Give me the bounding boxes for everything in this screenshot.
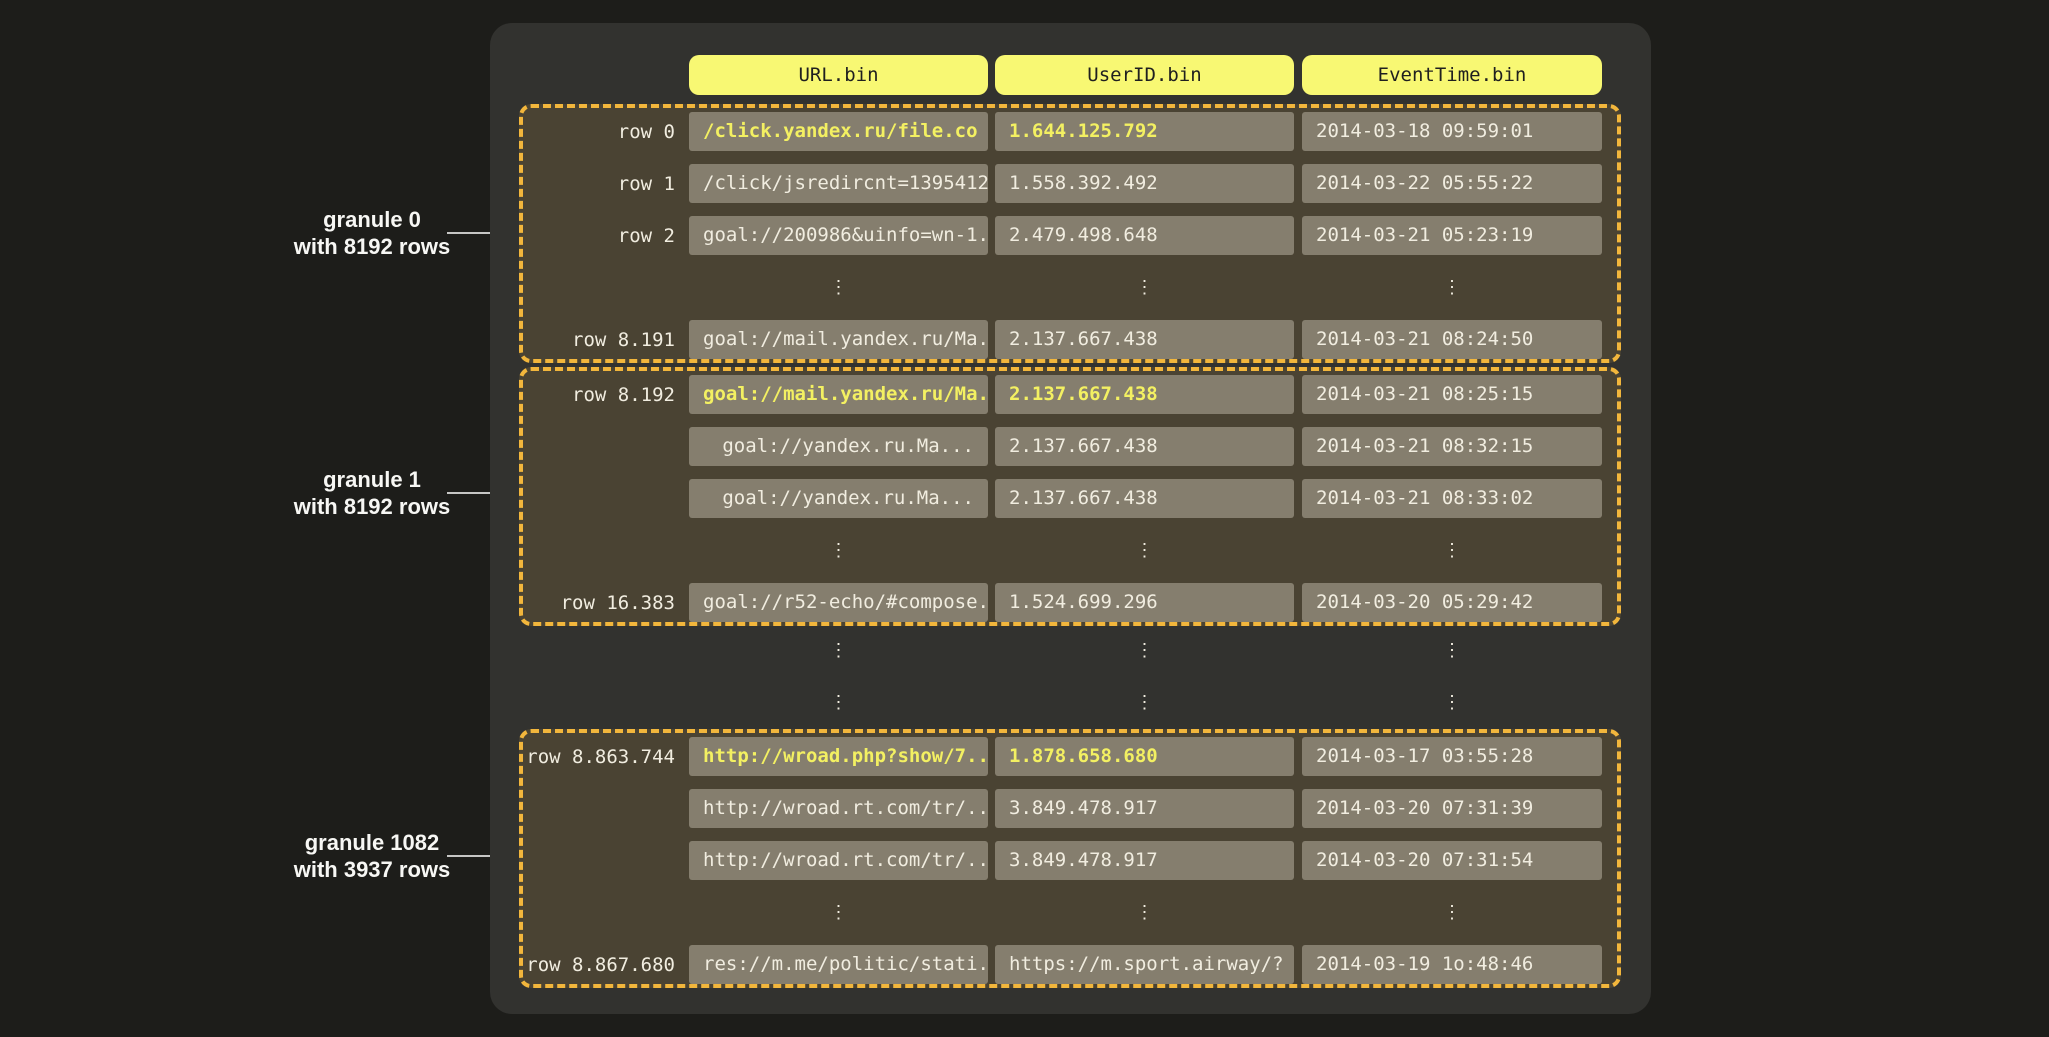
granule-1-box: row 8.192 goal://mail.yandex.ru/Ma... 2.… xyxy=(519,367,1621,626)
eventtime-cell: 2014-03-18 09:59:01 xyxy=(1302,112,1602,151)
url-cell: goal://mail.yandex.ru/Ma... xyxy=(689,375,988,414)
granule-separator-ellipsis: ⋮ ⋮ ⋮ xyxy=(523,631,1602,670)
table-row: goal://yandex.ru.Ma... 2.137.667.438 201… xyxy=(523,427,1617,466)
column-header-userid: UserID.bin xyxy=(995,55,1294,95)
userid-cell: 2.137.667.438 xyxy=(995,320,1294,359)
granule-0-label-line2: with 8192 rows xyxy=(262,233,482,260)
table-row: http://wroad.rt.com/tr/... 3.849.478.917… xyxy=(523,841,1617,880)
ellipsis-row: ⋮ ⋮ ⋮ xyxy=(523,268,1617,307)
granule-1-label-line2: with 8192 rows xyxy=(262,493,482,520)
eventtime-cell: 2014-03-20 05:29:42 xyxy=(1302,583,1602,622)
url-cell: goal://200986&uinfo=wn-1... xyxy=(689,216,988,255)
userid-cell: 2.137.667.438 xyxy=(995,479,1294,518)
eventtime-cell: 2014-03-22 05:55:22 xyxy=(1302,164,1602,203)
vertical-ellipsis-icon: ⋮ xyxy=(995,268,1294,307)
vertical-ellipsis-icon: ⋮ xyxy=(1302,683,1602,722)
userid-cell: 1.878.658.680 xyxy=(995,737,1294,776)
eventtime-cell: 2014-03-19 1o:48:46 xyxy=(1302,945,1602,984)
vertical-ellipsis-icon: ⋮ xyxy=(1302,268,1602,307)
userid-cell: 1.644.125.792 xyxy=(995,112,1294,151)
granules-diagram: granule 0 with 8192 rows granule 1 with … xyxy=(0,0,2049,1037)
table-row: row 0 /click.yandex.ru/file.co ... 1.644… xyxy=(523,112,1617,151)
eventtime-cell: 2014-03-21 05:23:19 xyxy=(1302,216,1602,255)
row-label: row 8.867.680 xyxy=(523,954,675,976)
column-header-url: URL.bin xyxy=(689,55,988,95)
spacer xyxy=(523,683,689,722)
granule-1-label-line1: granule 1 xyxy=(262,466,482,493)
eventtime-cell: 2014-03-20 07:31:39 xyxy=(1302,789,1602,828)
granule-0-label-line1: granule 0 xyxy=(262,206,482,233)
eventtime-cell: 2014-03-20 07:31:54 xyxy=(1302,841,1602,880)
url-cell: /click.yandex.ru/file.co ... xyxy=(689,112,988,151)
userid-cell: 1.524.699.296 xyxy=(995,583,1294,622)
userid-cell: 3.849.478.917 xyxy=(995,789,1294,828)
vertical-ellipsis-icon: ⋮ xyxy=(1302,631,1602,670)
vertical-ellipsis-icon: ⋮ xyxy=(689,683,988,722)
url-cell: http://wroad.php?show/7... xyxy=(689,737,988,776)
table-row: row 8.867.680 res://m.me/politic/stati..… xyxy=(523,945,1617,984)
column-headers: URL.bin UserID.bin EventTime.bin xyxy=(689,55,1602,95)
url-cell: http://wroad.rt.com/tr/... xyxy=(689,841,988,880)
row-label: row 8.192 xyxy=(523,384,675,406)
vertical-ellipsis-icon: ⋮ xyxy=(689,631,988,670)
vertical-ellipsis-icon: ⋮ xyxy=(1302,893,1602,932)
granule-0-box: row 0 /click.yandex.ru/file.co ... 1.644… xyxy=(519,104,1621,363)
row-label: row 16.383 xyxy=(523,592,675,614)
eventtime-cell: 2014-03-17 03:55:28 xyxy=(1302,737,1602,776)
url-cell: goal://yandex.ru.Ma... xyxy=(689,427,988,466)
userid-cell: 2.479.498.648 xyxy=(995,216,1294,255)
table-row: row 1 /click/jsredircnt=1395412... 1.558… xyxy=(523,164,1617,203)
url-cell: goal://yandex.ru.Ma... xyxy=(689,479,988,518)
granule-1082-box: row 8.863.744 http://wroad.php?show/7...… xyxy=(519,729,1621,988)
userid-cell: 2.137.667.438 xyxy=(995,375,1294,414)
url-cell: goal://r52-echo/#compose... xyxy=(689,583,988,622)
spacer xyxy=(523,631,689,670)
eventtime-cell: 2014-03-21 08:25:15 xyxy=(1302,375,1602,414)
granule-1082-label-line1: granule 1082 xyxy=(262,829,482,856)
vertical-ellipsis-icon: ⋮ xyxy=(995,631,1294,670)
table-row: goal://yandex.ru.Ma... 2.137.667.438 201… xyxy=(523,479,1617,518)
table-row: row 8.863.744 http://wroad.php?show/7...… xyxy=(523,737,1617,776)
vertical-ellipsis-icon: ⋮ xyxy=(1302,531,1602,570)
url-cell: http://wroad.rt.com/tr/... xyxy=(689,789,988,828)
vertical-ellipsis-icon: ⋮ xyxy=(995,531,1294,570)
row-label: row 2 xyxy=(523,225,675,247)
row-label: row 8.863.744 xyxy=(523,746,675,768)
ellipsis-row: ⋮ ⋮ ⋮ xyxy=(523,893,1617,932)
row-label: row 8.191 xyxy=(523,329,675,351)
userid-cell: 1.558.392.492 xyxy=(995,164,1294,203)
eventtime-cell: 2014-03-21 08:32:15 xyxy=(1302,427,1602,466)
userid-cell: 2.137.667.438 xyxy=(995,427,1294,466)
url-cell: /click/jsredircnt=1395412... xyxy=(689,164,988,203)
data-part-panel: URL.bin UserID.bin EventTime.bin row 0 /… xyxy=(490,23,1651,1014)
row-label: row 1 xyxy=(523,173,675,195)
vertical-ellipsis-icon: ⋮ xyxy=(995,683,1294,722)
eventtime-cell: 2014-03-21 08:33:02 xyxy=(1302,479,1602,518)
table-row: row 2 goal://200986&uinfo=wn-1... 2.479.… xyxy=(523,216,1617,255)
granule-separator-ellipsis: ⋮ ⋮ ⋮ xyxy=(523,683,1602,722)
table-row: http://wroad.rt.com/tr/... 3.849.478.917… xyxy=(523,789,1617,828)
table-row: row 8.191 goal://mail.yandex.ru/Ma... 2.… xyxy=(523,320,1617,359)
eventtime-cell: 2014-03-21 08:24:50 xyxy=(1302,320,1602,359)
table-row: row 8.192 goal://mail.yandex.ru/Ma... 2.… xyxy=(523,375,1617,414)
userid-cell: 3.849.478.917 xyxy=(995,841,1294,880)
vertical-ellipsis-icon: ⋮ xyxy=(689,893,988,932)
row-label: row 0 xyxy=(523,121,675,143)
vertical-ellipsis-icon: ⋮ xyxy=(689,531,988,570)
url-cell: res://m.me/politic/stati... xyxy=(689,945,988,984)
userid-cell: https://m.sport.airway/? xyxy=(995,945,1294,984)
column-header-eventtime: EventTime.bin xyxy=(1302,55,1602,95)
table-row: row 16.383 goal://r52-echo/#compose... 1… xyxy=(523,583,1617,622)
vertical-ellipsis-icon: ⋮ xyxy=(689,268,988,307)
granule-1082-label-line2: with 3937 rows xyxy=(262,856,482,883)
vertical-ellipsis-icon: ⋮ xyxy=(995,893,1294,932)
url-cell: goal://mail.yandex.ru/Ma... xyxy=(689,320,988,359)
ellipsis-row: ⋮ ⋮ ⋮ xyxy=(523,531,1617,570)
